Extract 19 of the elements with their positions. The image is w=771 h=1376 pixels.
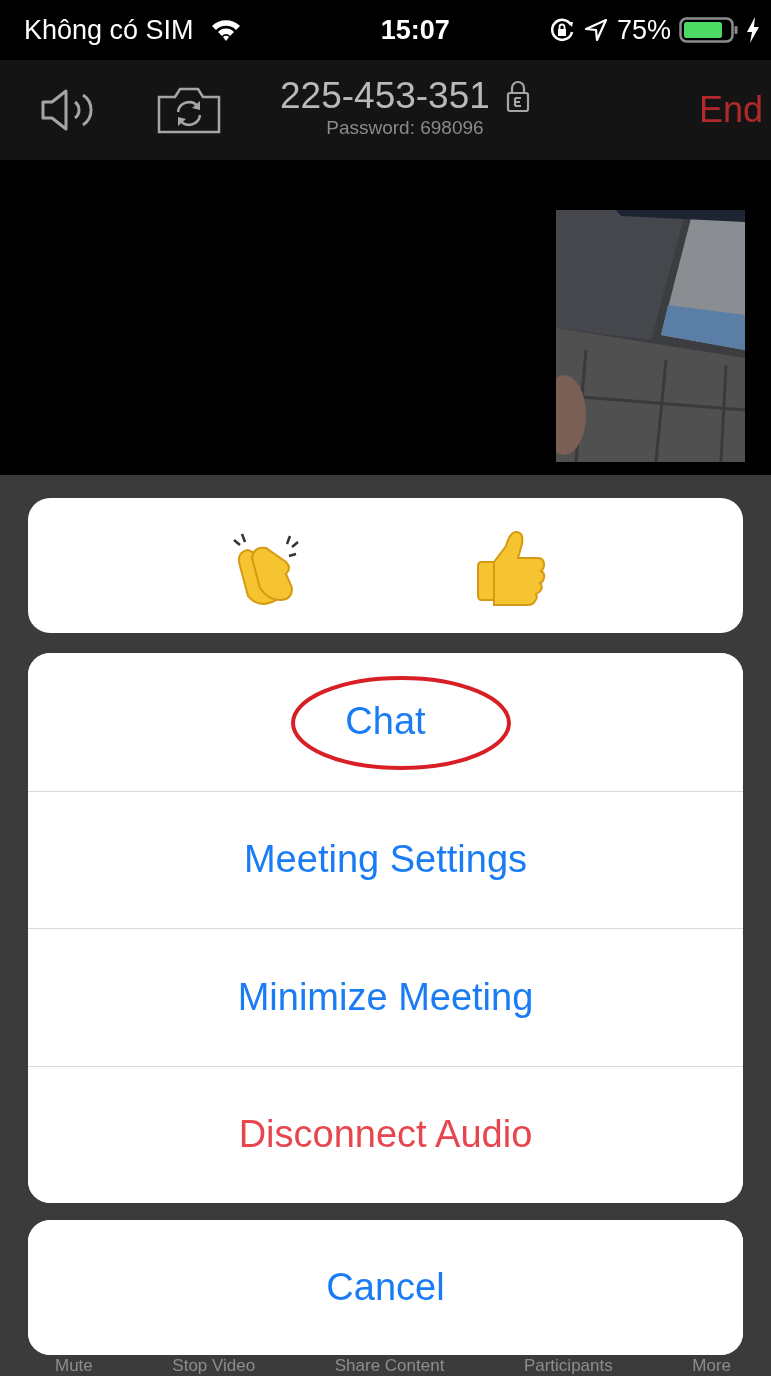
- cancel-button[interactable]: Cancel: [28, 1220, 743, 1355]
- lock-icon: [505, 78, 530, 113]
- clock-text: 15:07: [379, 13, 451, 47]
- toolbar-label[interactable]: Mute: [55, 1355, 93, 1376]
- end-button[interactable]: End: [698, 83, 763, 137]
- toolbar-label[interactable]: Share Content: [334, 1355, 445, 1376]
- toolbar-label[interactable]: Stop Video: [172, 1355, 256, 1376]
- carrier-text: Không có SIM: [24, 13, 194, 47]
- charging-bolt-icon: [747, 17, 759, 43]
- menu-item[interactable]: Disconnect Audio: [28, 1065, 743, 1203]
- password-text: Password: 698096: [326, 116, 484, 141]
- camera-switch-icon: [156, 85, 222, 135]
- battery-icon: [679, 16, 739, 44]
- battery-percent-text: 75%: [616, 13, 671, 47]
- toolbar-label[interactable]: Participants: [523, 1355, 613, 1376]
- rotation-lock-icon: [548, 17, 575, 43]
- location-arrow-icon: [582, 17, 609, 43]
- toolbar-label[interactable]: More: [692, 1355, 731, 1376]
- meeting-id-text: 225-453-351: [280, 77, 490, 115]
